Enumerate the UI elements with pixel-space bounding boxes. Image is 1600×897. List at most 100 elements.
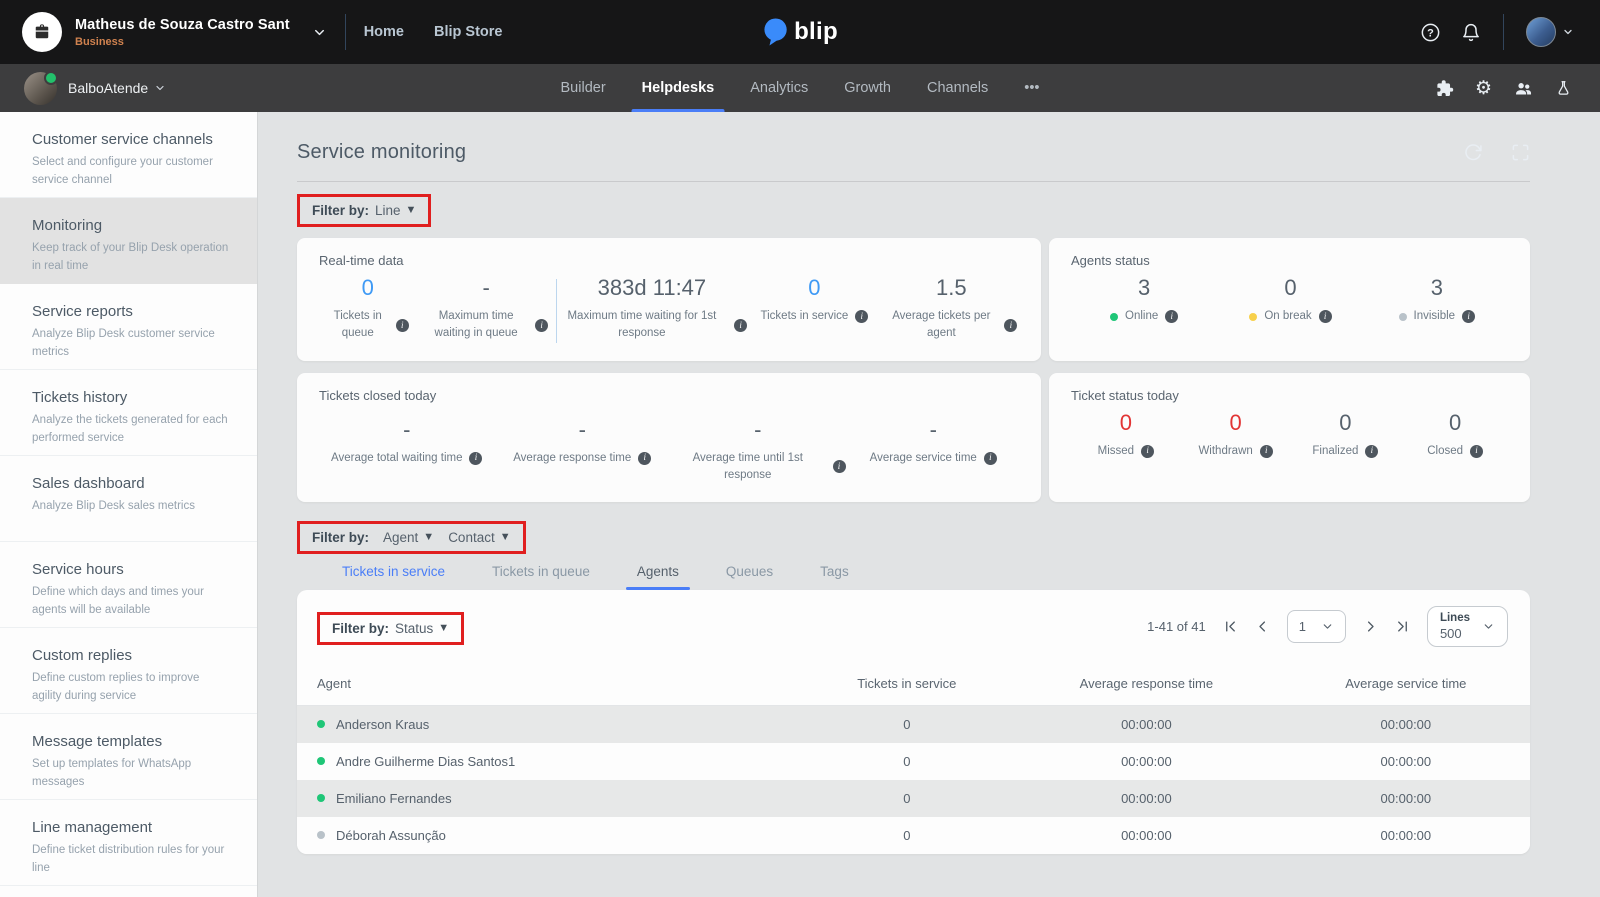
metric-label: On break	[1264, 308, 1311, 325]
nav-blip-store[interactable]: Blip Store	[434, 24, 502, 40]
sidebar-item-monitoring[interactable]: Monitoring Keep track of your Blip Desk …	[0, 198, 257, 284]
metric-missed: 0 Missedi	[1071, 408, 1181, 460]
account-switcher[interactable]: Matheus de Souza Castro Sant Business	[22, 12, 327, 52]
blip-balloon-icon	[762, 17, 789, 47]
notifications-bell-icon[interactable]	[1461, 22, 1481, 43]
filter-contact-dropdown[interactable]: Contact▼	[448, 530, 510, 545]
info-icon[interactable]: i	[984, 452, 997, 465]
metric-max-time-waiting-queue: - Maximum time waiting in queuei	[416, 273, 555, 343]
team-people-icon[interactable]	[1513, 79, 1534, 98]
previous-page-button[interactable]	[1255, 619, 1270, 634]
tab-builder[interactable]: Builder	[543, 64, 624, 112]
avg-response-time-value: 00:00:00	[1011, 817, 1282, 854]
first-page-button[interactable]	[1223, 619, 1238, 634]
filter-by-status[interactable]: Filter by: Status▼	[317, 612, 464, 645]
sidebar-item-desc: Select and configure your customer servi…	[32, 154, 231, 190]
sidebar-item-tickets-history[interactable]: Tickets history Analyze the tickets gene…	[0, 370, 257, 456]
tab-tickets-in-queue[interactable]: Tickets in queue	[492, 564, 590, 590]
chevron-down-icon: ▼	[500, 532, 511, 543]
monitoring-tabs: Tickets in service Tickets in queue Agen…	[297, 564, 1530, 590]
avg-service-time-value: 00:00:00	[1282, 817, 1530, 854]
metric-value: 3	[1364, 275, 1510, 301]
user-menu[interactable]	[1526, 17, 1574, 47]
tab-tickets-in-service[interactable]: Tickets in service	[342, 564, 445, 590]
sidebar-item-sales-dashboard[interactable]: Sales dashboard Analyze Blip Desk sales …	[0, 456, 257, 542]
info-icon[interactable]: i	[1365, 445, 1378, 458]
help-icon[interactable]: ?	[1420, 22, 1441, 43]
info-icon[interactable]: i	[469, 452, 482, 465]
filter-by-line[interactable]: Filter by: Line▼	[297, 194, 431, 227]
avg-service-time-value: 00:00:00	[1282, 706, 1530, 744]
info-icon[interactable]: i	[1004, 319, 1017, 332]
avg-service-time-value: 00:00:00	[1282, 743, 1530, 780]
info-icon[interactable]: i	[1462, 310, 1475, 323]
settings-gear-icon[interactable]: ⚙	[1475, 79, 1492, 98]
refresh-icon[interactable]	[1463, 143, 1483, 163]
table-header-row: Agent Tickets in service Average respons…	[297, 661, 1530, 706]
bot-switcher[interactable]: BalboAtende	[24, 72, 166, 105]
metric-value: 0	[747, 275, 882, 301]
chevron-down-icon	[1321, 620, 1334, 633]
filter-by-agent-contact[interactable]: Filter by: Agent▼ Contact▼	[297, 521, 526, 554]
avg-response-time-value: 00:00:00	[1011, 780, 1282, 817]
info-icon[interactable]: i	[396, 319, 409, 332]
lab-flask-icon[interactable]	[1555, 79, 1572, 98]
filter-label: Filter by:	[332, 621, 389, 636]
metric-avg-time-until-1st-response: - Average time until 1st responsei	[670, 415, 846, 485]
tickets-in-service-value: 0	[803, 780, 1012, 817]
tab-agents[interactable]: Agents	[637, 564, 679, 590]
tab-tags[interactable]: Tags	[820, 564, 849, 590]
info-icon[interactable]: i	[1165, 310, 1178, 323]
pagination: 1-41 of 41 1	[1147, 606, 1508, 647]
filter-agent-dropdown[interactable]: Agent▼	[383, 530, 434, 545]
avg-response-time-value: 00:00:00	[1011, 706, 1282, 744]
metric-label: Average total waiting time	[331, 450, 462, 467]
info-icon[interactable]: i	[638, 452, 651, 465]
fullscreen-icon[interactable]	[1511, 143, 1530, 163]
metric-finalized: 0 Finalizedi	[1291, 408, 1401, 460]
agent-status-dot	[317, 757, 325, 765]
info-icon[interactable]: i	[734, 319, 747, 332]
sidebar-item-customer-service-channels[interactable]: Customer service channels Select and con…	[0, 112, 257, 198]
online-status-dot	[1110, 313, 1118, 321]
tab-channels[interactable]: Channels	[909, 64, 1006, 112]
sidebar-item-service-reports[interactable]: Service reports Analyze Blip Desk custom…	[0, 284, 257, 370]
pagination-range: 1-41 of 41	[1147, 619, 1206, 634]
info-icon[interactable]: i	[535, 319, 548, 332]
page-select[interactable]: 1	[1287, 610, 1346, 643]
sidebar-item-title: Service hours	[32, 561, 231, 578]
sidebar-item-line-management[interactable]: Line management Define ticket distributi…	[0, 800, 257, 886]
metric-label: Finalized	[1312, 443, 1358, 460]
tab-analytics[interactable]: Analytics	[732, 64, 826, 112]
bot-name: BalboAtende	[68, 80, 148, 96]
lines-per-page-select[interactable]: Lines 500	[1427, 606, 1508, 647]
metric-label: Withdrawn	[1198, 443, 1252, 460]
tab-more[interactable]: •••	[1006, 64, 1057, 112]
tab-growth[interactable]: Growth	[826, 64, 909, 112]
filter-status-dropdown[interactable]: Status▼	[395, 621, 449, 636]
info-icon[interactable]: i	[1141, 445, 1154, 458]
tab-helpdesks[interactable]: Helpdesks	[624, 64, 733, 112]
info-icon[interactable]: i	[1319, 310, 1332, 323]
metric-label: Invisible	[1414, 308, 1456, 325]
sidebar-item-custom-replies[interactable]: Custom replies Define custom replies to …	[0, 628, 257, 714]
integrations-puzzle-icon[interactable]	[1435, 79, 1454, 98]
info-icon[interactable]: i	[855, 310, 868, 323]
divider	[345, 14, 346, 50]
topbar-actions: ?	[1420, 14, 1574, 50]
sidebar-item-message-templates[interactable]: Message templates Set up templates for W…	[0, 714, 257, 800]
tickets-closed-today-card: Tickets closed today - Average total wai…	[297, 373, 1041, 503]
main-content: Service monitoring Filter by: Line▼ Real…	[258, 112, 1600, 897]
next-page-button[interactable]	[1363, 619, 1378, 634]
filter-line-dropdown[interactable]: Line▼	[375, 203, 416, 218]
sidebar-item-title: Tickets history	[32, 389, 231, 406]
info-icon[interactable]: i	[1470, 445, 1483, 458]
nav-home[interactable]: Home	[364, 24, 404, 40]
info-icon[interactable]: i	[1260, 445, 1273, 458]
sidebar-item-service-hours[interactable]: Service hours Define which days and time…	[0, 542, 257, 628]
last-page-button[interactable]	[1395, 619, 1410, 634]
chevron-down-icon: ▼	[438, 623, 449, 634]
tab-queues[interactable]: Queues	[726, 564, 773, 590]
chevron-down-icon: ▼	[423, 532, 434, 543]
info-icon[interactable]: i	[833, 460, 846, 473]
